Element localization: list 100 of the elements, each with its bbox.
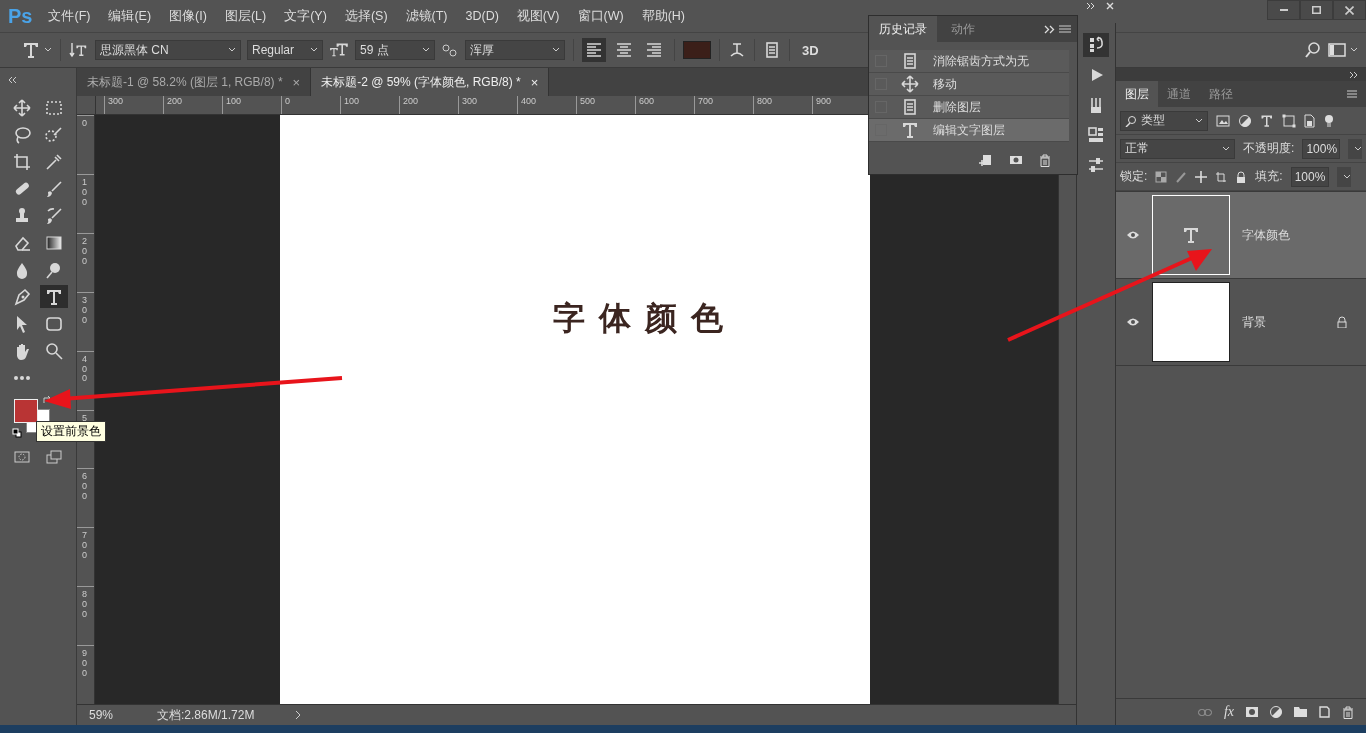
swap-colors-icon[interactable] [42, 395, 52, 405]
maximize-icon [1312, 6, 1321, 14]
delete-icon[interactable] [1039, 153, 1051, 167]
history-panel-button[interactable] [1083, 33, 1109, 57]
new-layer-icon[interactable] [1319, 706, 1330, 718]
history-item[interactable]: 编辑文字图层 [869, 119, 1069, 142]
close-icon[interactable] [1106, 2, 1114, 10]
dodge-tool-icon [45, 260, 63, 279]
tab-close-button[interactable]: × [530, 74, 539, 90]
image-filter-icon[interactable] [1216, 114, 1230, 127]
font-family-dropdown[interactable]: 思源黑体 CN [95, 40, 241, 60]
history-item[interactable]: 删除图层 [869, 96, 1069, 119]
history-item[interactable]: 消除锯齿方式为无 [869, 50, 1069, 73]
antialias-dropdown[interactable]: 浑厚 [465, 40, 565, 60]
history-item[interactable]: 移动 [869, 73, 1069, 96]
menu-item[interactable]: 文字(Y) [284, 7, 327, 25]
layer-row[interactable]: 字体颜色 [1116, 192, 1366, 279]
canvas-text: 字体颜色 [553, 300, 737, 336]
blend-mode-dropdown[interactable]: 正常 [1120, 138, 1236, 159]
lock-all-icon[interactable] [1235, 170, 1248, 183]
document-tab[interactable]: 未标题-2 @ 59% (字体颜色, RGB/8) * × [311, 68, 550, 96]
zoom-level: 59% [89, 708, 115, 722]
menu-item[interactable]: 选择(S) [344, 7, 388, 25]
panel-tab[interactable]: 历史记录 [869, 16, 937, 42]
document-icon [901, 52, 919, 70]
camera-icon[interactable] [1009, 155, 1023, 165]
ruler-label: 900 [82, 649, 87, 679]
stamp-tool-icon [13, 206, 31, 225]
panel-tab[interactable]: 路径 [1200, 81, 1242, 107]
visibility-eye-icon[interactable] [1126, 230, 1140, 240]
text-color-swatch[interactable] [683, 41, 711, 59]
shape-filter-icon[interactable] [1282, 113, 1296, 128]
ruler-label: 200 [82, 236, 87, 267]
menu-item[interactable]: 编辑(E) [108, 7, 152, 25]
panel-menu-icon[interactable] [1059, 25, 1071, 33]
align-left-button[interactable] [582, 38, 606, 62]
collapse-icon[interactable] [1350, 71, 1358, 78]
menu-item[interactable]: 视图(V) [516, 7, 560, 25]
menu-item[interactable]: 图像(I) [169, 7, 207, 25]
font-size-dropdown[interactable]: 59 点 [355, 40, 435, 60]
menu-item[interactable]: 滤镜(T) [405, 7, 448, 25]
panels-button[interactable] [763, 39, 781, 61]
lock-artboard-icon[interactable] [1215, 170, 1228, 183]
layer-name: 背景 [1242, 313, 1267, 331]
zoom-tool-icon [45, 341, 63, 360]
crop-tool-icon [13, 152, 31, 171]
ruler-label: 400 [82, 354, 87, 385]
search-icon [1304, 41, 1322, 59]
new-document-icon[interactable] [979, 153, 993, 167]
tab-close-button[interactable]: × [292, 74, 301, 90]
menu-item[interactable]: 图层(L) [224, 7, 267, 25]
panel-tab[interactable]: 动作 [941, 16, 985, 42]
type-filter-icon[interactable] [1260, 113, 1274, 128]
collapse-icon[interactable] [1086, 2, 1096, 10]
folder-icon[interactable] [1294, 707, 1307, 717]
panel-icon [763, 41, 781, 59]
lock-position-icon[interactable] [1195, 170, 1208, 183]
panel-menu-icon[interactable] [1346, 89, 1358, 99]
history-brush-tool-icon [45, 206, 63, 225]
close-button[interactable] [1333, 0, 1366, 20]
ruler-label: 700 [694, 96, 753, 114]
chevron-right-icon[interactable] [295, 710, 301, 720]
foreground-color-swatch[interactable] [14, 399, 38, 423]
font-style-dropdown[interactable]: Regular [247, 40, 323, 60]
fill-field[interactable]: 100% [1290, 166, 1329, 187]
menu-item[interactable]: 3D(D) [465, 9, 499, 23]
marquee-tool-icon [45, 98, 63, 117]
layer-filter-dropdown[interactable]: 类型 [1120, 110, 1208, 131]
caret-icon [1195, 117, 1203, 124]
layer-style-button[interactable]: fx [1223, 704, 1234, 720]
menu-item[interactable]: 帮助(H) [641, 7, 685, 25]
adjustment-layer-icon[interactable] [1270, 706, 1282, 718]
maximize-button[interactable] [1300, 0, 1333, 20]
menu-item[interactable]: 窗口(W) [577, 7, 624, 25]
opacity-field[interactable]: 100% [1302, 138, 1341, 159]
mask-icon[interactable] [1246, 707, 1258, 717]
default-colors-icon[interactable] [12, 428, 22, 438]
panel-tab[interactable]: 通道 [1158, 81, 1200, 107]
collapse-icon[interactable] [1044, 24, 1055, 34]
ruler-label: 0 [281, 96, 340, 114]
align-center-icon [615, 41, 633, 59]
caret-icon [422, 47, 430, 53]
panel-tab[interactable]: 图层 [1116, 81, 1158, 107]
visibility-eye-icon[interactable] [1126, 317, 1140, 327]
lock-pixels-icon[interactable] [1175, 170, 1188, 183]
3d-button[interactable]: 3D [798, 39, 823, 61]
history-step-label: 编辑文字图层 [933, 121, 1005, 139]
minimize-button[interactable] [1267, 0, 1300, 20]
menu-item[interactable]: 文件(F) [48, 7, 91, 25]
adjustment-filter-icon[interactable] [1238, 113, 1252, 128]
collapse-icon[interactable] [8, 77, 16, 83]
type-tool-icon [45, 287, 63, 306]
font-size-icon [329, 41, 349, 59]
tool-button[interactable] [40, 285, 68, 308]
layer-row[interactable]: 背景 [1116, 279, 1366, 366]
delete-icon[interactable] [1342, 705, 1354, 719]
ruler-label: 600 [635, 96, 694, 114]
ruler-label: 200 [399, 96, 458, 114]
smart-object-filter-icon[interactable] [1304, 113, 1316, 128]
lock-transparency-icon[interactable] [1155, 170, 1168, 183]
